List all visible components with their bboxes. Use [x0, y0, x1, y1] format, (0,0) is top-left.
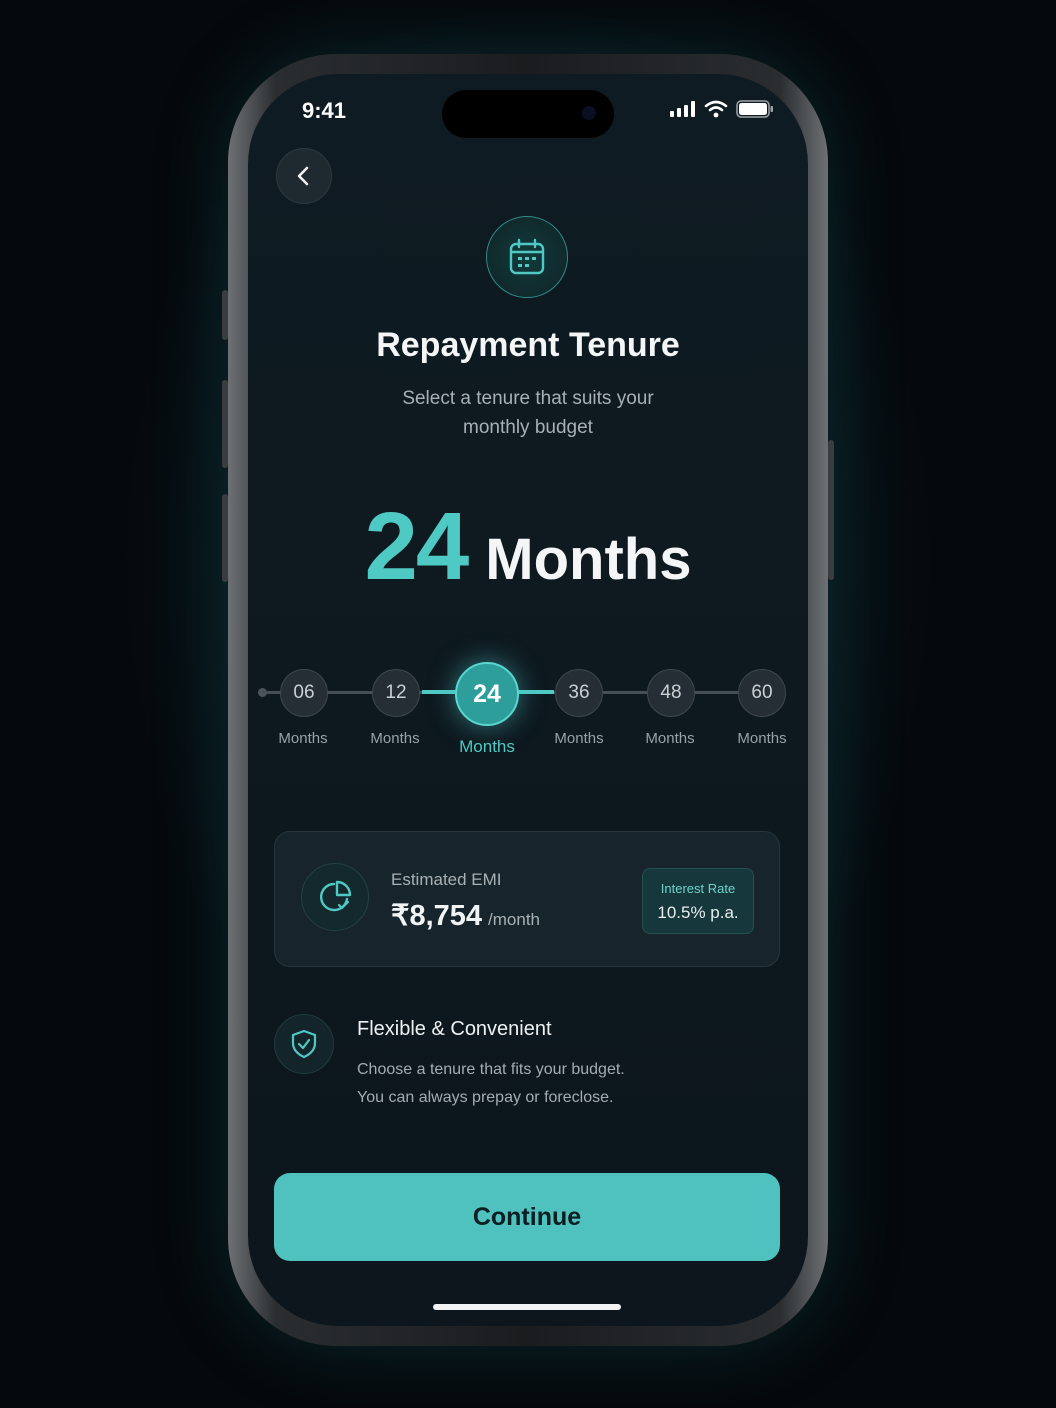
- status-icons: [670, 100, 774, 118]
- feature-description-line-2: You can always prepay or foreclose.: [357, 1089, 614, 1106]
- emi-label: Estimated EMI: [391, 870, 502, 889]
- tenure-option-36[interactable]: 36: [555, 669, 603, 717]
- camera-icon: [582, 106, 596, 120]
- feature-description: Choose a tenure that fits your budget. Y…: [357, 1056, 697, 1112]
- selected-tenure-unit: Months: [485, 527, 692, 592]
- interest-rate-value: 10.5% p.a.: [657, 903, 739, 922]
- battery-icon: [736, 100, 773, 118]
- mute-switch: [222, 290, 228, 340]
- home-indicator[interactable]: [433, 1304, 621, 1310]
- calendar-icon: [509, 238, 545, 275]
- feature-description-line-1: Choose a tenure that fits your budget.: [357, 1061, 625, 1078]
- feature-icon-badge: [274, 1014, 334, 1074]
- tenure-option-36-label: Months: [554, 730, 604, 747]
- tenure-option-48[interactable]: 48: [647, 669, 695, 717]
- tenure-option-60-label: Months: [737, 730, 787, 747]
- shield-check-icon: [291, 1029, 317, 1059]
- tenure-option-06-label: Months: [278, 730, 328, 747]
- pie-chart-icon: [319, 880, 352, 912]
- signal-icon: [670, 101, 695, 117]
- emi-amount: ₹8,754: [391, 900, 483, 932]
- power-button: [828, 440, 834, 580]
- emi-icon-badge: [301, 863, 369, 931]
- status-time: 9:41: [302, 98, 347, 123]
- emi-period: /month: [488, 910, 541, 929]
- tenure-option-06[interactable]: 06: [280, 669, 328, 717]
- selected-tenure-display: 24 Months: [248, 492, 808, 602]
- app-screen: 9:41 Repayment Tenure Select a tenure th…: [248, 74, 808, 1326]
- tenure-option-24[interactable]: 24: [455, 662, 519, 726]
- tenure-option-48-label: Months: [645, 730, 695, 747]
- tenure-option-12[interactable]: 12: [372, 669, 420, 717]
- back-button[interactable]: [276, 148, 332, 204]
- interest-rate-label: Interest Rate: [660, 881, 736, 896]
- page-title: Repayment Tenure: [376, 326, 680, 364]
- wifi-icon: [704, 100, 728, 118]
- tenure-option-24-label: Months: [459, 737, 515, 756]
- emi-card: Estimated EMI ₹8,754/month Interest Rate…: [274, 831, 780, 967]
- page-subtitle: Select a tenure that suits your monthly …: [402, 388, 654, 438]
- chevron-left-icon: [297, 166, 309, 186]
- selected-tenure-value: 24: [364, 493, 470, 600]
- tenure-option-60[interactable]: 60: [738, 669, 786, 717]
- calendar-badge: [486, 216, 568, 298]
- interest-rate-badge: Interest Rate 10.5% p.a.: [642, 868, 754, 934]
- dynamic-island: [442, 90, 614, 138]
- feature-title: Flexible & Convenient: [357, 1018, 552, 1040]
- volume-up-button: [222, 380, 228, 468]
- emi-value: ₹8,754/month: [391, 898, 540, 933]
- tenure-option-12-label: Months: [370, 730, 420, 747]
- volume-down-button: [222, 494, 228, 582]
- continue-button[interactable]: Continue: [274, 1173, 780, 1261]
